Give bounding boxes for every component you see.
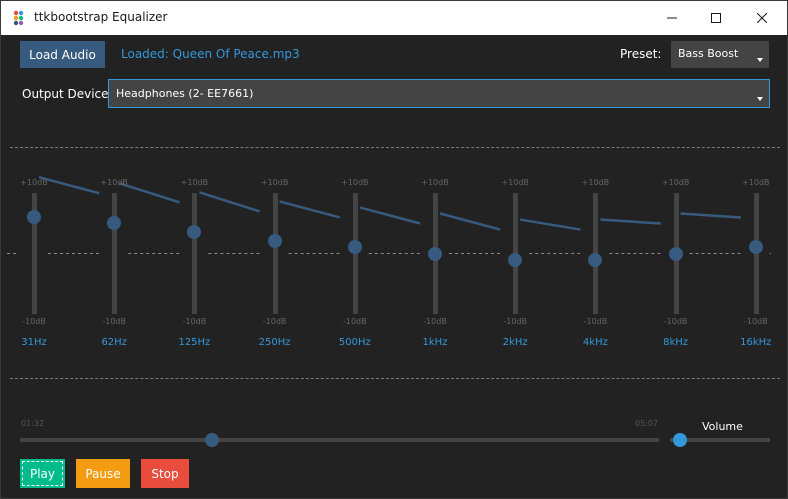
eq-band-frequency: 16kHz (740, 337, 772, 348)
eq-band-frequency: 500Hz (338, 337, 371, 348)
eq-band-slider[interactable] (112, 193, 118, 314)
eq-band-frequency: 2kHz (502, 337, 528, 348)
eq-response-curve (7, 175, 771, 254)
eq-curve-segment (279, 200, 341, 219)
eq-band-frequency: 8kHz (663, 337, 689, 348)
eq-band-min-label: -10dB (743, 317, 768, 326)
eq-band-max-label: +10dB (180, 178, 209, 187)
eq-band-max-label: +10dB (661, 178, 690, 187)
eq-band-slider[interactable] (192, 193, 198, 314)
eq-band-min-label: -10dB (583, 317, 608, 326)
eq-band-frequency: 62Hz (101, 337, 127, 348)
eq-band-slider[interactable] (272, 193, 278, 314)
volume-label: Volume (702, 420, 743, 433)
eq-curve-segment (199, 191, 260, 213)
eq-band-max-label: +10dB (742, 178, 770, 187)
eq-band-min-label: -10dB (262, 317, 287, 326)
eq-band-frequency: 4kHz (582, 337, 608, 348)
eq-band-max-label: +10dB (260, 178, 289, 187)
eq-band-max-label: +10dB (581, 178, 610, 187)
eq-band-min-label: -10dB (342, 317, 367, 326)
eq-band-handle[interactable] (428, 246, 442, 261)
seek-slider[interactable] (20, 438, 659, 442)
eq-band-handle[interactable] (267, 234, 282, 249)
eq-band-max-label: +10dB (341, 178, 369, 187)
title-bar[interactable]: ttkbootstrap Equalizer (1, 1, 787, 35)
eq-band-frequency: 31Hz (21, 337, 47, 348)
eq-band-frequency: 1kHz (422, 337, 448, 348)
eq-band-handle[interactable] (588, 252, 603, 267)
stop-button[interactable]: Stop (141, 459, 189, 488)
eq-band-min-label: -10dB (663, 317, 688, 326)
app-logo-icon (13, 10, 24, 26)
maximize-button[interactable] (693, 1, 739, 35)
minimize-icon (667, 17, 677, 19)
eq-band-min-label: -10dB (423, 317, 447, 326)
minimize-button[interactable] (649, 1, 695, 35)
maximize-icon (711, 13, 721, 23)
main-content: Load Audio Loaded: Queen Of Peace.mp3 Pr… (1, 35, 787, 498)
eq-band-max-label: +10dB (421, 178, 449, 187)
eq-band-handle[interactable] (668, 246, 683, 261)
eq-band-min-label: -10dB (182, 317, 207, 326)
eq-band-min-label: -10dB (102, 317, 126, 326)
current-time: 01:32 (21, 419, 45, 428)
close-icon (757, 13, 767, 23)
eq-curve-segment (680, 212, 741, 219)
volume-slider-handle[interactable] (673, 433, 687, 447)
eq-band-frequency: 250Hz (258, 337, 291, 348)
app-window: ttkbootstrap Equalizer Load Audio Loaded… (0, 0, 788, 499)
eq-band-min-label: -10dB (503, 317, 527, 326)
seek-slider-handle[interactable] (204, 433, 219, 447)
eq-band-frequency: 125Hz (178, 337, 211, 348)
total-time: 05:07 (635, 419, 659, 428)
eq-band-max-label: +10dB (20, 178, 48, 187)
eq-band-handle[interactable] (508, 252, 523, 267)
eq-curve-segment (439, 212, 501, 231)
eq-curve-segment (600, 218, 661, 225)
window-title: ttkbootstrap Equalizer (34, 10, 168, 24)
pause-button[interactable]: Pause (76, 459, 130, 488)
close-button[interactable] (739, 1, 785, 35)
play-button[interactable]: Play (20, 459, 65, 488)
eq-band-max-label: +10dB (501, 178, 529, 187)
eq-curve-segment (359, 206, 421, 225)
eq-band-min-label: -10dB (22, 317, 46, 326)
eq-band-max-label: +10dB (100, 178, 128, 187)
eq-curve-segment (519, 218, 581, 231)
